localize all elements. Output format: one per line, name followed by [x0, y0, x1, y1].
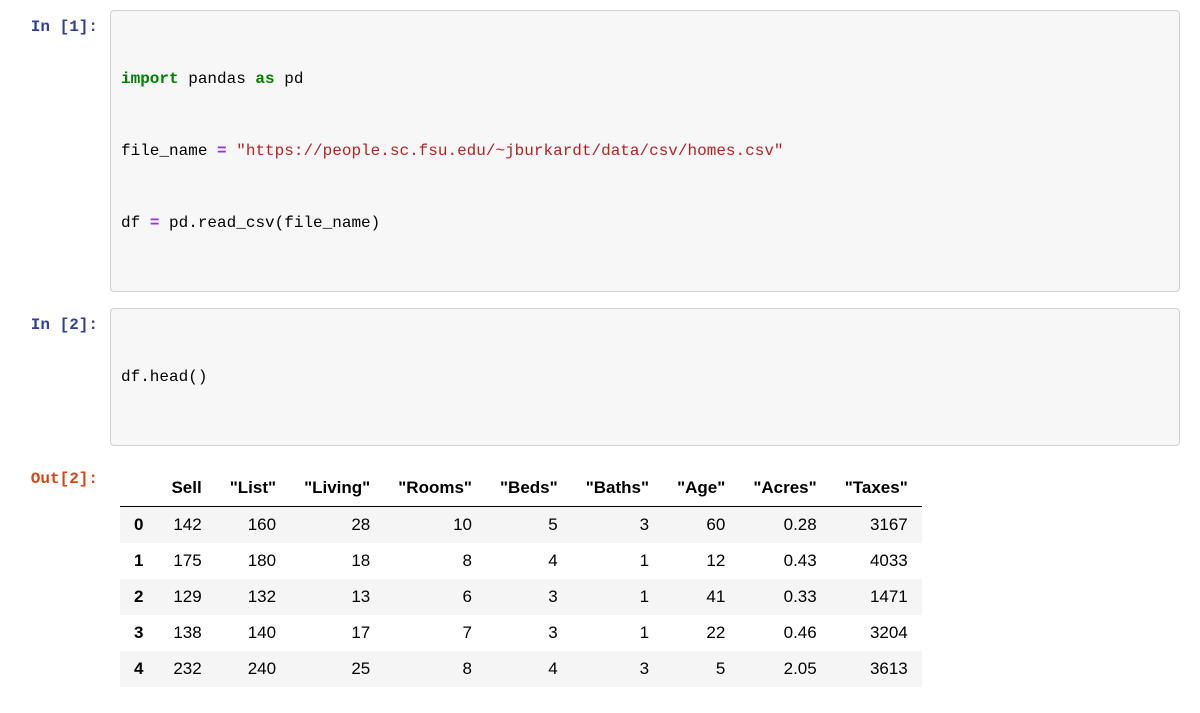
cell: 4 [486, 651, 572, 687]
cell: 4 [486, 543, 572, 579]
cell: 3 [486, 615, 572, 651]
cell: 13 [290, 579, 384, 615]
cell: 132 [216, 579, 290, 615]
output-cell-2: Out[2]: Sell "List" "Living" "Rooms" "Be… [20, 462, 1180, 687]
table-row: 2 129 132 13 6 3 1 41 0.33 1471 [120, 579, 922, 615]
code-text: file_name [121, 142, 217, 160]
cell: 1471 [831, 579, 922, 615]
column-header: "Acres" [739, 470, 830, 507]
cell: 5 [663, 651, 739, 687]
cell: 18 [290, 543, 384, 579]
cell: 1 [572, 579, 663, 615]
column-header: "List" [216, 470, 290, 507]
keyword-import: import [121, 70, 179, 88]
code-line: file_name = "https://people.sc.fsu.edu/~… [121, 139, 1169, 163]
string-literal: "https://people.sc.fsu.edu/~jburkardt/da… [236, 142, 783, 160]
cell: 1 [572, 543, 663, 579]
code-text: df.head() [121, 368, 207, 386]
code-cell-2: In [2]: df.head() [20, 308, 1180, 446]
cell: 180 [216, 543, 290, 579]
input-prompt-2: In [2]: [20, 308, 110, 334]
row-index: 3 [120, 615, 157, 651]
output-prompt-2: Out[2]: [20, 462, 110, 488]
output-area-2: Sell "List" "Living" "Rooms" "Beds" "Bat… [110, 462, 1180, 687]
table-row: 4 232 240 25 8 4 3 5 2.05 3613 [120, 651, 922, 687]
code-line: import pandas as pd [121, 67, 1169, 91]
code-text: df [121, 214, 150, 232]
cell: 138 [157, 615, 215, 651]
column-header: "Living" [290, 470, 384, 507]
cell: 8 [384, 651, 486, 687]
cell: 0.33 [739, 579, 830, 615]
dataframe-table: Sell "List" "Living" "Rooms" "Beds" "Bat… [120, 470, 922, 687]
column-header: "Taxes" [831, 470, 922, 507]
code-text: pd.read_csv(file_name) [159, 214, 380, 232]
cell: 3 [486, 579, 572, 615]
cell: 12 [663, 543, 739, 579]
code-input-2[interactable]: df.head() [110, 308, 1180, 446]
column-header: Sell [157, 470, 215, 507]
cell: 6 [384, 579, 486, 615]
code-text: pd [275, 70, 304, 88]
code-input-1[interactable]: import pandas as pd file_name = "https:/… [110, 10, 1180, 292]
row-index: 1 [120, 543, 157, 579]
cell: 7 [384, 615, 486, 651]
code-text [227, 142, 237, 160]
cell: 25 [290, 651, 384, 687]
cell: 2.05 [739, 651, 830, 687]
cell: 8 [384, 543, 486, 579]
cell: 3204 [831, 615, 922, 651]
operator-assign: = [217, 142, 227, 160]
row-index: 4 [120, 651, 157, 687]
code-line: df = pd.read_csv(file_name) [121, 211, 1169, 235]
cell: 22 [663, 615, 739, 651]
input-prompt-1: In [1]: [20, 10, 110, 36]
row-index: 2 [120, 579, 157, 615]
column-header: "Rooms" [384, 470, 486, 507]
code-line: df.head() [121, 365, 1169, 389]
code-text: pandas [179, 70, 256, 88]
cell: 140 [216, 615, 290, 651]
column-header: "Baths" [572, 470, 663, 507]
cell: 41 [663, 579, 739, 615]
cell: 232 [157, 651, 215, 687]
cell: 3 [572, 651, 663, 687]
column-header: "Beds" [486, 470, 572, 507]
cell: 175 [157, 543, 215, 579]
cell: 17 [290, 615, 384, 651]
operator-assign: = [150, 214, 160, 232]
cell: 0.43 [739, 543, 830, 579]
cell: 1 [572, 615, 663, 651]
keyword-as: as [255, 70, 274, 88]
table-row: 1 175 180 18 8 4 1 12 0.43 4033 [120, 543, 922, 579]
table-corner [120, 470, 157, 507]
table-header-row: Sell "List" "Living" "Rooms" "Beds" "Bat… [120, 470, 922, 507]
code-cell-1: In [1]: import pandas as pd file_name = … [20, 10, 1180, 292]
cell: 129 [157, 579, 215, 615]
cell: 4033 [831, 543, 922, 579]
cell: 3613 [831, 651, 922, 687]
cell: 0.46 [739, 615, 830, 651]
table-row: 3 138 140 17 7 3 1 22 0.46 3204 [120, 615, 922, 651]
column-header: "Age" [663, 470, 739, 507]
cell: 240 [216, 651, 290, 687]
